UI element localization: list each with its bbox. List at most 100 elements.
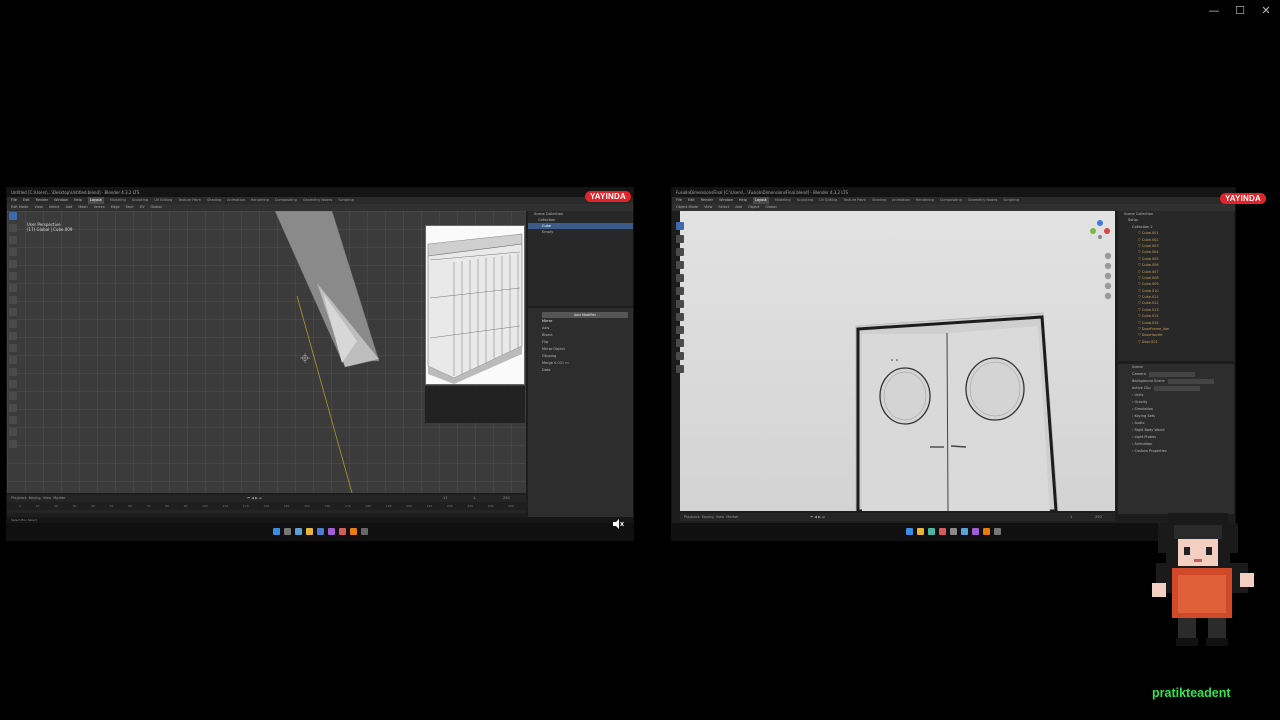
header-view[interactable]: View (704, 204, 712, 211)
property-field[interactable] (1153, 385, 1200, 391)
search-icon[interactable] (283, 528, 291, 535)
measure-tool-icon[interactable] (9, 296, 17, 304)
header-object[interactable]: Object (748, 204, 759, 211)
discord-icon[interactable] (972, 528, 979, 535)
modifier-name[interactable]: Mirror (528, 318, 633, 325)
header-vertex[interactable]: Vertex (94, 204, 105, 211)
property-row[interactable]: Background Scene (1118, 378, 1234, 385)
property-row[interactable]: › Audio (1118, 420, 1234, 427)
loop-cut-tool-icon[interactable] (9, 344, 17, 352)
tab-modeling[interactable]: Modeling (775, 197, 791, 204)
modifier-row[interactable]: Axis (528, 325, 633, 332)
modifier-row[interactable]: Bisect (528, 332, 633, 339)
modifier-row[interactable]: Flip (528, 339, 633, 346)
bevel-tool-icon[interactable] (9, 332, 17, 340)
annotate-tool-icon[interactable] (9, 284, 17, 292)
app-icon[interactable] (950, 528, 957, 535)
poly-build-tool-icon[interactable] (9, 368, 17, 376)
knife-tool-icon[interactable] (9, 356, 17, 364)
timeline-view[interactable]: View (43, 496, 51, 500)
property-row[interactable]: › Light Probes (1118, 434, 1234, 441)
property-row[interactable]: Scene (1118, 364, 1234, 371)
frame-ruler[interactable]: 0 10 20 30 40 50 60 70 80 90 100 110 120 130 140 150 160… (7, 502, 526, 510)
rip-tool-icon[interactable] (9, 440, 17, 448)
tab-geometry-nodes[interactable]: Geometry Nodes (968, 197, 998, 204)
app-icon[interactable] (994, 528, 1001, 535)
shear-tool-icon[interactable] (9, 428, 17, 436)
smooth-tool-icon[interactable] (9, 392, 17, 400)
add-cube-tool-icon[interactable] (676, 326, 684, 334)
app-icon[interactable] (928, 528, 935, 535)
menu-window[interactable]: Window (719, 197, 733, 204)
browser-icon[interactable] (316, 528, 324, 535)
extra-tool-icon[interactable] (676, 339, 684, 347)
mode-select[interactable]: Edit Mode (11, 204, 28, 211)
header-edge[interactable]: Edge (111, 204, 120, 211)
app-icon[interactable] (939, 528, 946, 535)
tab-scripting[interactable]: Scripting (1003, 197, 1019, 204)
timeline-keying[interactable]: Keying (702, 515, 714, 519)
header-face[interactable]: Face (126, 204, 134, 211)
app-icon[interactable] (338, 528, 346, 535)
property-row[interactable]: › Rigid Body World (1118, 427, 1234, 434)
tab-sculpting[interactable]: Sculpting (132, 197, 148, 204)
modifier-row[interactable]: Clipping (528, 353, 633, 360)
tab-shading[interactable]: Shading (207, 197, 221, 204)
tab-scripting[interactable]: Scripting (338, 197, 354, 204)
transform-orientation[interactable]: Global (151, 204, 162, 211)
header-add[interactable]: Add (735, 204, 742, 211)
menu-render[interactable]: Render (701, 197, 713, 204)
select-tool-icon[interactable] (676, 222, 684, 230)
file-explorer-icon[interactable] (917, 528, 924, 535)
scale-tool-icon[interactable] (676, 274, 684, 282)
menu-help[interactable]: Help (74, 197, 82, 204)
annotate-tool-icon[interactable] (676, 300, 684, 308)
tab-sculpting[interactable]: Sculpting (797, 197, 813, 204)
tab-modeling[interactable]: Modeling (110, 197, 126, 204)
tab-rendering[interactable]: Rendering (251, 197, 269, 204)
rotate-tool-icon[interactable] (676, 261, 684, 269)
3d-viewport[interactable] (680, 211, 1115, 511)
property-row[interactable]: › Animation (1118, 441, 1234, 448)
property-row[interactable]: › Simulation (1118, 406, 1234, 413)
header-view[interactable]: View (34, 204, 42, 211)
tab-rendering[interactable]: Rendering (916, 197, 934, 204)
close-icon[interactable]: ✕ (1260, 4, 1272, 17)
extra-tool-icon[interactable] (676, 365, 684, 373)
edge-slide-tool-icon[interactable] (9, 404, 17, 412)
tab-layout[interactable]: Layout (752, 197, 769, 204)
transform-tool-icon[interactable] (676, 287, 684, 295)
frame-end[interactable]: 250 (1095, 513, 1102, 521)
menu-edit[interactable]: Edit (688, 197, 695, 204)
tab-animation[interactable]: Animation (227, 197, 245, 204)
property-row[interactable]: Camera (1118, 371, 1234, 378)
rotate-tool-icon[interactable] (9, 248, 17, 256)
app-icon[interactable] (327, 528, 335, 535)
menu-render[interactable]: Render (36, 197, 48, 204)
start-icon[interactable] (272, 528, 280, 535)
tab-layout[interactable]: Layout (87, 197, 104, 204)
playback-controls[interactable]: ⏮ ◀ ▶ ⏭ (810, 513, 825, 521)
scale-tool-icon[interactable] (9, 260, 17, 268)
tab-compositing[interactable]: Compositing (940, 197, 962, 204)
spin-tool-icon[interactable] (9, 380, 17, 388)
modifier-row[interactable]: Mirror Object (528, 346, 633, 353)
maximize-icon[interactable]: ☐ (1234, 4, 1246, 17)
header-select[interactable]: Select (49, 204, 60, 211)
transform-orientation[interactable]: Global (765, 204, 776, 211)
transform-tool-icon[interactable] (9, 272, 17, 280)
property-row[interactable]: › Custom Properties (1118, 448, 1234, 455)
cursor-tool-icon[interactable] (676, 235, 684, 243)
select-tool-icon[interactable] (9, 212, 17, 220)
current-frame[interactable]: 17 (443, 495, 447, 501)
tab-texture-paint[interactable]: Texture Paint (843, 197, 866, 204)
outliner-item[interactable]: Empty (528, 229, 633, 235)
playback-controls[interactable]: ⏮ ◀ ▶ ⏭ (247, 495, 262, 501)
property-field[interactable] (1167, 378, 1214, 384)
tab-geometry-nodes[interactable]: Geometry Nodes (303, 197, 333, 204)
modifier-row[interactable]: Data (528, 367, 633, 374)
app-icon[interactable] (360, 528, 368, 535)
mode-select[interactable]: Object Mode (676, 204, 698, 211)
frame-start[interactable]: 1 (1070, 513, 1072, 521)
modifier-row[interactable]: Merge 0.001 m (528, 360, 633, 367)
